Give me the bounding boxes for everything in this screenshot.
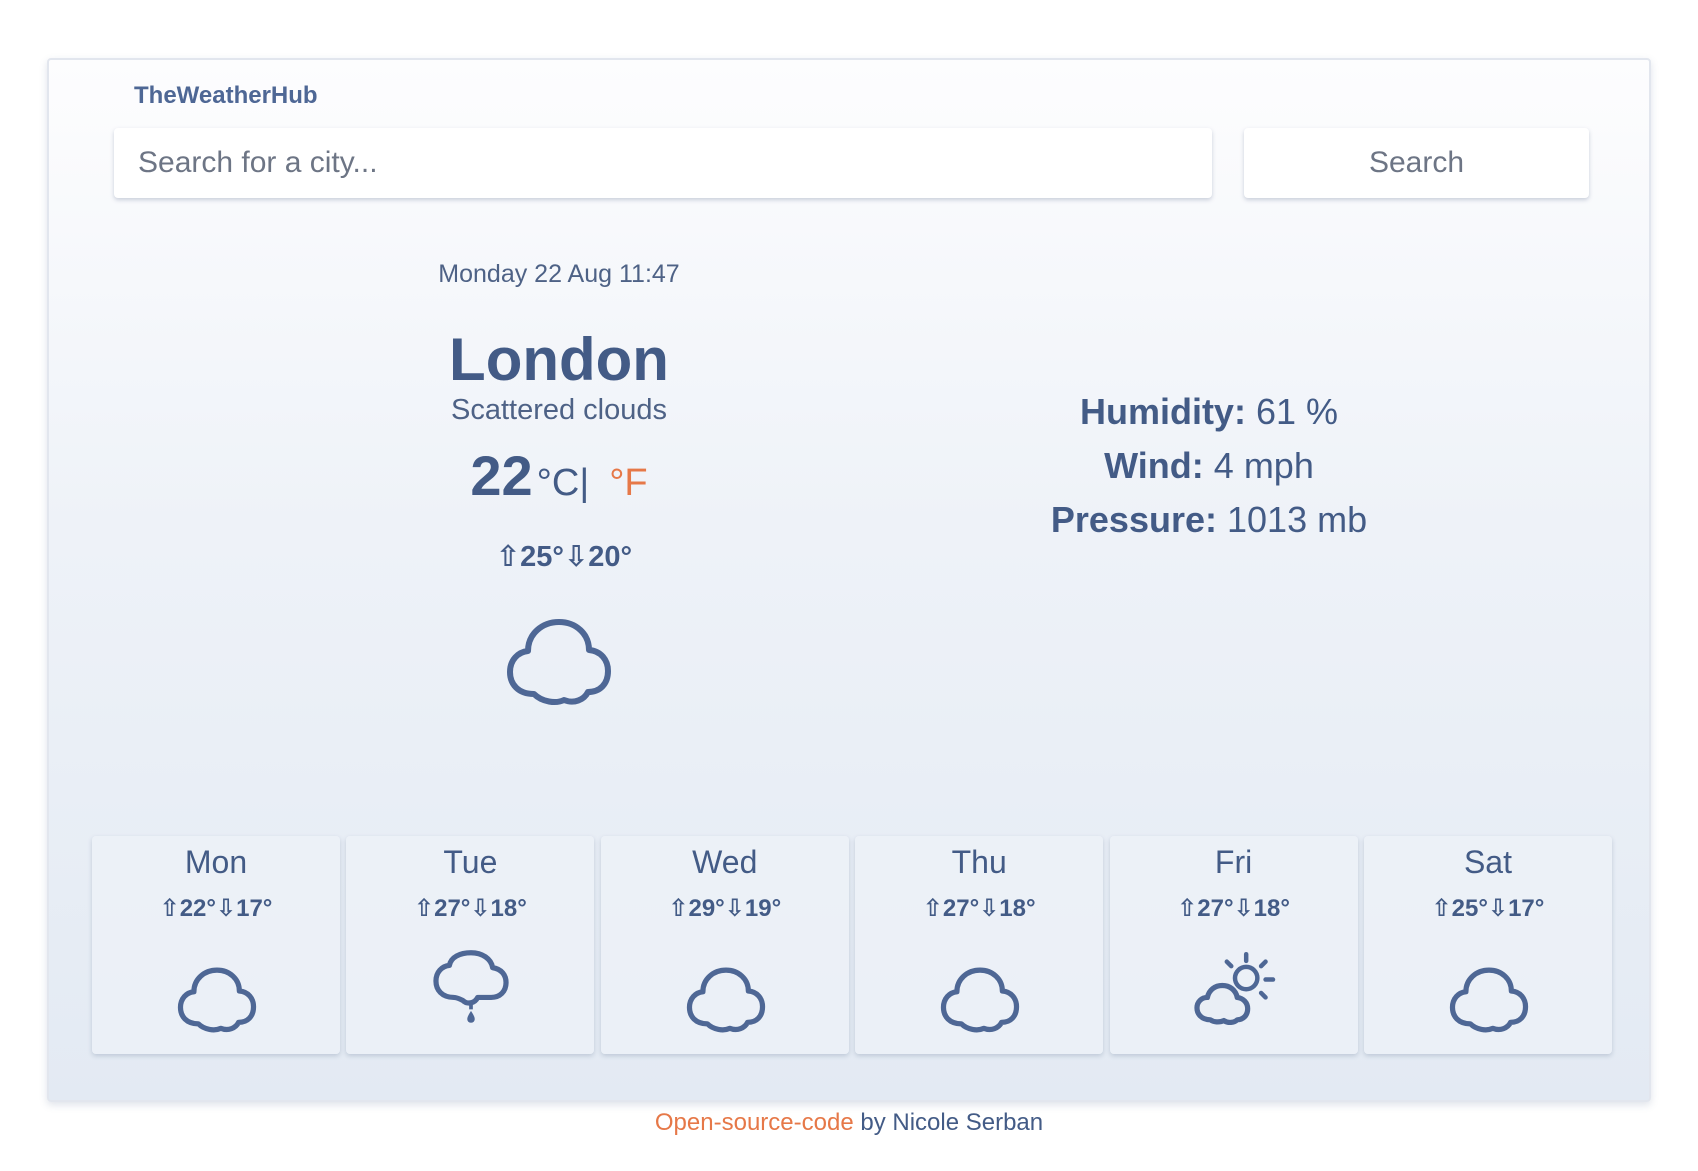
- wind-value: 4 mph: [1213, 445, 1314, 486]
- forecast-day-name: Tue: [443, 844, 498, 880]
- current-date: Monday 22 Aug 11:47: [438, 260, 680, 288]
- cloud-icon: [941, 967, 1020, 1033]
- cloud-icon: [1449, 967, 1529, 1033]
- forecast-high: ⇧27°: [413, 895, 471, 922]
- footer: Open-source-code by Nicole Serban: [0, 1109, 1698, 1137]
- fahrenheit-unit-link[interactable]: °F: [609, 462, 647, 505]
- weather-app-card: TheWeatherHub Search Monday 22 Aug 11:47…: [47, 58, 1651, 1102]
- forecast-high-low: ⇧22°⇩17°: [92, 894, 340, 923]
- cloud-icon: [686, 967, 765, 1033]
- pressure-row: Pressure: 1013 mb: [904, 493, 1514, 547]
- forecast-day-name: Mon: [184, 844, 248, 880]
- forecast-card-wed: Wed ⇧29°⇩19°: [600, 836, 849, 1054]
- forecast-high: ⇧22°: [159, 895, 216, 922]
- forecast-high: ⇧27°: [922, 895, 980, 922]
- cloud-icon: [507, 619, 611, 705]
- forecast-list: Mon ⇧22°⇩17° Tue ⇧27°⇩18° Wed ⇧29°⇩19° T…: [92, 836, 1612, 1054]
- current-low: ⇩20°: [564, 541, 633, 573]
- brand-title: TheWeatherHub: [134, 82, 318, 109]
- humidity-row: Humidity: 61 %: [904, 385, 1514, 439]
- forecast-card-sat: Sat ⇧25°⇩17°: [1363, 836, 1612, 1054]
- forecast-low: ⇩17°: [216, 895, 273, 922]
- current-high-low: ⇧25°⇩20°: [299, 539, 819, 574]
- forecast-high: ⇧29°: [668, 895, 725, 922]
- forecast-card-tue: Tue ⇧27°⇩18°: [346, 836, 595, 1054]
- forecast-high-low: ⇧27°⇩18°: [855, 894, 1103, 923]
- forecast-low: ⇩18°: [1233, 895, 1290, 922]
- temperature-value: 22: [470, 444, 533, 507]
- cloud-icon: [177, 967, 257, 1033]
- forecast-card-mon: Mon ⇧22°⇩17°: [92, 836, 340, 1054]
- forecast-low: ⇩19°: [724, 895, 782, 922]
- forecast-high-low: ⇧27°⇩18°: [346, 894, 594, 923]
- forecast-high-low: ⇧27°⇩18°: [1110, 894, 1358, 923]
- forecast-high-low: ⇧25°⇩17°: [1364, 894, 1612, 923]
- city-name: London: [449, 326, 669, 393]
- forecast-day-name: Fri: [1214, 844, 1253, 880]
- forecast-card-thu: Thu ⇧27°⇩18°: [855, 836, 1104, 1054]
- wind-row: Wind: 4 mph: [904, 439, 1514, 493]
- temperature-row: 22 °C | °F: [299, 443, 819, 513]
- weather-description: Scattered clouds: [450, 394, 667, 426]
- source-code-link[interactable]: Open-source-code: [655, 1109, 854, 1136]
- search-button[interactable]: Search: [1244, 128, 1589, 198]
- forecast-card-fri: Fri ⇧27°⇩18°: [1109, 836, 1358, 1054]
- forecast-high: ⇧25°: [1431, 895, 1488, 922]
- footer-author: by Nicole Serban: [853, 1109, 1044, 1136]
- forecast-low: ⇩18°: [979, 895, 1036, 922]
- celsius-unit-link[interactable]: °C: [537, 462, 580, 505]
- humidity-label: Humidity:: [1079, 391, 1246, 432]
- current-weather: Monday 22 Aug 11:47 London Scattered clo…: [299, 260, 819, 706]
- pressure-value: 1013 mb: [1227, 499, 1368, 540]
- forecast-day-name: Sat: [1463, 844, 1512, 880]
- current-high: ⇧25°: [495, 541, 564, 573]
- humidity-value: 61 %: [1255, 391, 1339, 432]
- forecast-high: ⇧27°: [1177, 895, 1234, 922]
- forecast-low: ⇩17°: [1487, 895, 1545, 922]
- search-input[interactable]: [114, 128, 1212, 198]
- partly-sunny-icon: [1193, 951, 1275, 1026]
- forecast-day-name: Wed: [692, 844, 758, 880]
- rain-cloud-icon: [433, 950, 510, 1023]
- wind-label: Wind:: [1104, 445, 1204, 486]
- unit-separator: |: [579, 462, 590, 504]
- forecast-high-low: ⇧29°⇩19°: [601, 894, 849, 923]
- weather-details: Humidity: 61 % Wind: 4 mph Pressure: 101…: [904, 385, 1514, 547]
- forecast-low: ⇩18°: [470, 895, 527, 922]
- pressure-label: Pressure:: [1050, 499, 1217, 540]
- forecast-day-name: Thu: [951, 844, 1007, 880]
